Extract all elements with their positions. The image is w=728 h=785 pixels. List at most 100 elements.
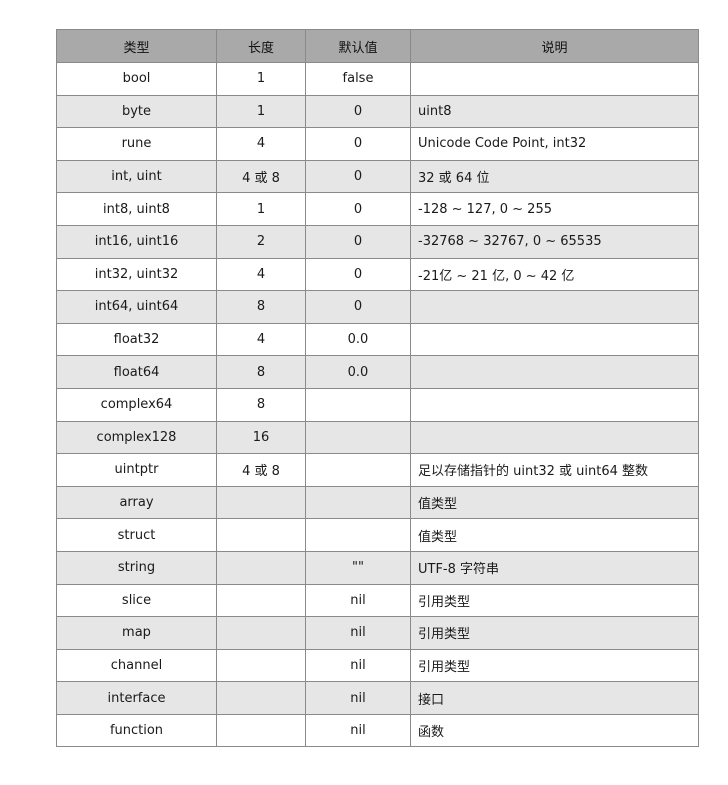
cell-default: 0 [305, 192, 411, 226]
table-row: complex64 8 [56, 387, 699, 422]
cell-type: int64, uint64 [56, 290, 217, 324]
cell-default: nil [305, 583, 411, 618]
cell-length: 8 [216, 355, 306, 389]
cell-type: function [56, 713, 217, 748]
cell-type: map [56, 616, 217, 650]
cell-default [305, 387, 411, 422]
cell-description [410, 420, 699, 455]
cell-description: 值类型 [410, 485, 699, 520]
cell-type: bool [56, 62, 217, 96]
table-row: complex128 16 [56, 420, 699, 455]
cell-length [216, 648, 306, 683]
cell-length [216, 583, 306, 618]
cell-length: 4 或 8 [216, 453, 306, 487]
cell-length: 8 [216, 290, 306, 324]
cell-length [216, 681, 306, 715]
cell-description: 函数 [410, 713, 699, 748]
table-row: float32 4 0.0 [56, 322, 699, 357]
cell-default: "" [305, 550, 411, 585]
cell-type: channel [56, 648, 217, 683]
cell-type: byte [56, 94, 217, 129]
cell-default: false [305, 62, 411, 96]
table-row: interface nil 接口 [56, 681, 699, 715]
table-row: struct 值类型 [56, 518, 699, 552]
table-row: map nil 引用类型 [56, 616, 699, 650]
cell-default: 0 [305, 224, 411, 259]
cell-default: 0 [305, 159, 411, 194]
cell-length: 1 [216, 94, 306, 129]
table-row: string "" UTF-8 字符串 [56, 550, 699, 585]
cell-description: 值类型 [410, 518, 699, 552]
cell-description [410, 62, 699, 96]
cell-type: int16, uint16 [56, 224, 217, 259]
cell-description: uint8 [410, 94, 699, 129]
cell-length: 2 [216, 224, 306, 259]
cell-description: 引用类型 [410, 648, 699, 683]
header-length: 长度 [216, 29, 306, 63]
cell-length [216, 518, 306, 552]
table-row: int64, uint64 8 0 [56, 290, 699, 324]
cell-length: 4 [216, 322, 306, 357]
cell-description: -32768 ~ 32767, 0 ~ 65535 [410, 224, 699, 259]
cell-default: nil [305, 648, 411, 683]
cell-description: 足以存储指针的 uint32 或 uint64 整数 [410, 453, 699, 487]
cell-description: 引用类型 [410, 583, 699, 618]
cell-description: Unicode Code Point, int32 [410, 127, 699, 161]
cell-type: int, uint [56, 159, 217, 194]
cell-description: 32 或 64 位 [410, 159, 699, 194]
cell-length [216, 713, 306, 748]
cell-description [410, 355, 699, 389]
cell-default: 0.0 [305, 322, 411, 357]
cell-type: struct [56, 518, 217, 552]
cell-description: -128 ~ 127, 0 ~ 255 [410, 192, 699, 226]
cell-default: 0 [305, 94, 411, 129]
table-row: int32, uint32 4 0 -21亿 ~ 21 亿, 0 ~ 42 亿 [56, 257, 699, 292]
cell-default: nil [305, 713, 411, 748]
table-row: array 值类型 [56, 485, 699, 520]
table-row: function nil 函数 [56, 713, 699, 748]
table-header-row: 类型 长度 默认值 说明 [56, 29, 699, 63]
cell-description [410, 322, 699, 357]
cell-description: -21亿 ~ 21 亿, 0 ~ 42 亿 [410, 257, 699, 292]
cell-description: UTF-8 字符串 [410, 550, 699, 585]
cell-description [410, 387, 699, 422]
table-row: uintptr 4 或 8 足以存储指针的 uint32 或 uint64 整数 [56, 453, 699, 487]
cell-length: 4 或 8 [216, 159, 306, 194]
cell-default [305, 420, 411, 455]
cell-default [305, 485, 411, 520]
cell-type: interface [56, 681, 217, 715]
cell-type: complex128 [56, 420, 217, 455]
table-row: float64 8 0.0 [56, 355, 699, 389]
table-row: bool 1 false [56, 62, 699, 96]
cell-length: 8 [216, 387, 306, 422]
cell-length [216, 616, 306, 650]
cell-length [216, 485, 306, 520]
cell-default: nil [305, 681, 411, 715]
cell-type: uintptr [56, 453, 217, 487]
cell-default: 0 [305, 290, 411, 324]
cell-default: 0 [305, 257, 411, 292]
cell-length: 1 [216, 62, 306, 96]
cell-default: 0.0 [305, 355, 411, 389]
cell-type: float64 [56, 355, 217, 389]
table-row: rune 4 0 Unicode Code Point, int32 [56, 127, 699, 161]
cell-length [216, 550, 306, 585]
header-default: 默认值 [305, 29, 411, 63]
header-description: 说明 [410, 29, 699, 63]
cell-description: 接口 [410, 681, 699, 715]
cell-type: rune [56, 127, 217, 161]
cell-type: array [56, 485, 217, 520]
cell-type: complex64 [56, 387, 217, 422]
cell-type: string [56, 550, 217, 585]
cell-length: 16 [216, 420, 306, 455]
table-row: slice nil 引用类型 [56, 583, 699, 618]
cell-description [410, 290, 699, 324]
cell-length: 4 [216, 257, 306, 292]
cell-type: float32 [56, 322, 217, 357]
header-type: 类型 [56, 29, 217, 63]
table-row: int16, uint16 2 0 -32768 ~ 32767, 0 ~ 65535 [56, 224, 699, 259]
cell-default: nil [305, 616, 411, 650]
cell-type: slice [56, 583, 217, 618]
cell-length: 1 [216, 192, 306, 226]
table-row: byte 1 0 uint8 [56, 94, 699, 129]
